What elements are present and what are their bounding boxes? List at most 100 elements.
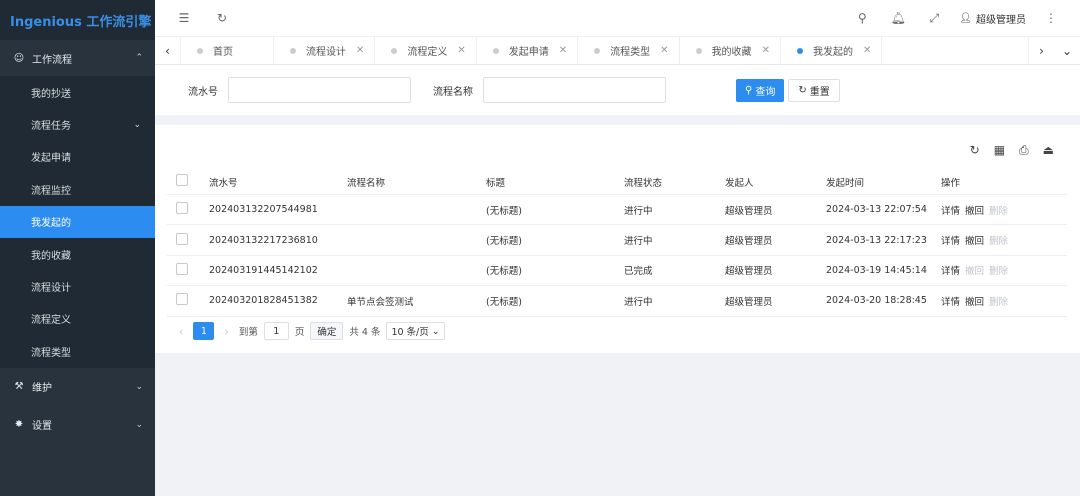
header-serial[interactable]: 流水号 [209, 175, 347, 189]
chevron-up-icon: ⌃ [135, 53, 143, 63]
print-icon[interactable]: ⎙ [1019, 143, 1029, 158]
next-page-icon[interactable]: › [220, 325, 232, 338]
cell-title: (无标题) [486, 205, 522, 217]
detail-link[interactable]: 详情 [941, 233, 960, 247]
tab-process-design[interactable]: 流程设计 ✕ [274, 36, 376, 65]
cell-start-time: 2024-03-19 14:45:14 [826, 264, 927, 276]
sidebar-item-label: 流程类型 [31, 347, 71, 359]
more-vertical-icon[interactable]: ⋮ [1040, 7, 1062, 29]
menu-fold-icon[interactable]: ☰ [173, 7, 195, 29]
header-process-name[interactable]: 流程名称 [347, 175, 486, 189]
refresh-icon[interactable]: ↻ [211, 7, 233, 29]
cell-initiator: 超级管理员 [725, 266, 773, 278]
sidebar-item-my-initiated[interactable]: 我发起的 [0, 205, 155, 238]
row-checkbox[interactable] [176, 293, 188, 306]
tab-my-favorites[interactable]: 我的收藏 ✕ [680, 36, 781, 65]
table-toolbar: ↻ ▦ ⎙ ⏏ [970, 143, 1054, 158]
detail-link[interactable]: 详情 [941, 263, 960, 277]
page-size-select[interactable]: 10 条/页 ⌄ [386, 322, 445, 340]
user-menu[interactable]: 👤︎ 超级管理员 [959, 11, 1026, 26]
menu-group-label: 设置 [32, 421, 52, 433]
tab-dot [594, 47, 601, 54]
close-icon[interactable]: ✕ [863, 45, 871, 56]
close-icon[interactable]: ✕ [457, 45, 465, 56]
revoke-link[interactable]: 撤回 [965, 233, 984, 247]
row-checkbox[interactable] [176, 262, 188, 275]
sidebar-item-start-request[interactable]: 发起申请 [0, 141, 155, 173]
close-icon[interactable]: ✕ [762, 45, 770, 56]
tab-scroll-right-icon[interactable]: › [1028, 36, 1054, 65]
row-checkbox[interactable] [176, 232, 188, 245]
query-button[interactable]: ⚲ 查询 [736, 78, 785, 102]
page-size-value: 10 条/页 [391, 327, 429, 338]
row-select-cell [167, 262, 209, 278]
close-icon[interactable]: ✕ [559, 45, 567, 56]
query-button-label: 查询 [755, 86, 776, 98]
cell-start-time: 2024-03-20 18:28:45 [826, 295, 927, 307]
sidebar-item-process-definition[interactable]: 流程定义 [0, 303, 155, 335]
tab-label: 我发起的 [812, 47, 853, 58]
process-name-label: 流程名称 [433, 86, 473, 98]
sidebar-item-label: 流程监控 [31, 185, 71, 197]
tab-dot [492, 47, 499, 54]
tab-dropdown-icon[interactable]: ⌄ [1054, 37, 1080, 65]
goto-page-input[interactable]: 1 [263, 322, 289, 340]
header-initiator[interactable]: 发起人 [725, 175, 826, 189]
header-status[interactable]: 流程状态 [624, 175, 725, 189]
row-select-cell [167, 202, 209, 217]
revoke-link[interactable]: 撤回 [965, 294, 984, 308]
tab-my-initiated[interactable]: 我发起的 ✕ [781, 36, 883, 65]
table-row: 202403191445142102 (无标题) 已完成 超级管理员 2024-… [167, 256, 1067, 287]
submenu-workflow: 我的抄送 流程任务 ⌄ 发起申请 流程监控 我发起的 我的收藏 流程设计 流程定义… [0, 76, 155, 368]
serial-input[interactable] [228, 77, 411, 103]
menu-group-settings[interactable]: ✸ 设置 ⌄ [0, 406, 155, 444]
cell-start-time: 2024-03-13 22:17:23 [826, 234, 927, 246]
sidebar-item-my-cc[interactable]: 我的抄送 [0, 76, 155, 108]
columns-icon[interactable]: ▦ [994, 143, 1005, 158]
sidebar-item-my-favorites[interactable]: 我的收藏 [0, 238, 155, 270]
tab-process-definition[interactable]: 流程定义 ✕ [375, 36, 477, 65]
detail-link[interactable]: 详情 [941, 294, 960, 308]
export-icon[interactable]: ⏏ [1043, 143, 1054, 158]
sidebar-item-process-type[interactable]: 流程类型 [0, 335, 155, 367]
goto-confirm-button[interactable]: 确定 [310, 322, 344, 340]
process-name-input[interactable] [483, 77, 666, 103]
sidebar-item-monitor[interactable]: 流程监控 [0, 173, 155, 205]
refresh-icon[interactable]: ↻ [970, 143, 980, 158]
tab-home[interactable]: 首页 [181, 36, 274, 65]
page-number-current[interactable]: 1 [193, 322, 215, 340]
cell-status: 进行中 [624, 236, 653, 248]
close-icon[interactable]: ✕ [660, 45, 668, 56]
tab-scroll-left-icon[interactable]: ‹ [155, 36, 181, 65]
search-icon[interactable]: ⚲ [851, 7, 873, 29]
close-icon[interactable]: ✕ [356, 45, 364, 56]
cell-serial: 202403132217236810 [209, 234, 318, 246]
sidebar-item-process-tasks[interactable]: 流程任务 ⌄ [0, 108, 155, 140]
cell-initiator: 超级管理员 [725, 236, 773, 248]
menu-group-maintain[interactable]: ⚒ 维护 ⌄ [0, 368, 155, 406]
sidebar-item-label: 我发起的 [31, 218, 71, 230]
row-checkbox[interactable] [176, 202, 188, 215]
prev-page-icon[interactable]: ‹ [175, 325, 187, 338]
bell-icon[interactable]: 🔔︎ [887, 7, 909, 29]
menu-group-workflow[interactable]: ☺ 工作流程 ⌃ [0, 40, 155, 76]
sidebar-item-process-design[interactable]: 流程设计 [0, 270, 155, 302]
tab-label: 流程类型 [610, 47, 651, 58]
tab-label: 流程设计 [306, 47, 346, 58]
tab-dot [290, 47, 296, 54]
tab-process-type[interactable]: 流程类型 ✕ [578, 36, 680, 65]
revoke-link[interactable]: 撤回 [965, 203, 984, 217]
cell-title: (无标题) [486, 236, 522, 248]
tab-label: 流程定义 [407, 47, 448, 58]
select-all-checkbox[interactable] [176, 174, 188, 186]
search-panel: 流水号 流程名称 ⚲ 查询 ↻ 重置 [155, 65, 1080, 115]
reset-button[interactable]: ↻ 重置 [788, 78, 840, 102]
tab-start-request[interactable]: 发起申请 ✕ [477, 36, 579, 65]
header-title[interactable]: 标题 [486, 175, 624, 189]
user-name: 超级管理员 [976, 14, 1026, 26]
detail-link[interactable]: 详情 [941, 203, 960, 217]
header-start-time[interactable]: 发起时间 [826, 175, 941, 189]
tools-icon: ⚒ [14, 381, 24, 393]
fullscreen-icon[interactable]: ⤢ [923, 7, 945, 29]
cell-actions: 详情 撤回 删除 [941, 263, 1067, 277]
